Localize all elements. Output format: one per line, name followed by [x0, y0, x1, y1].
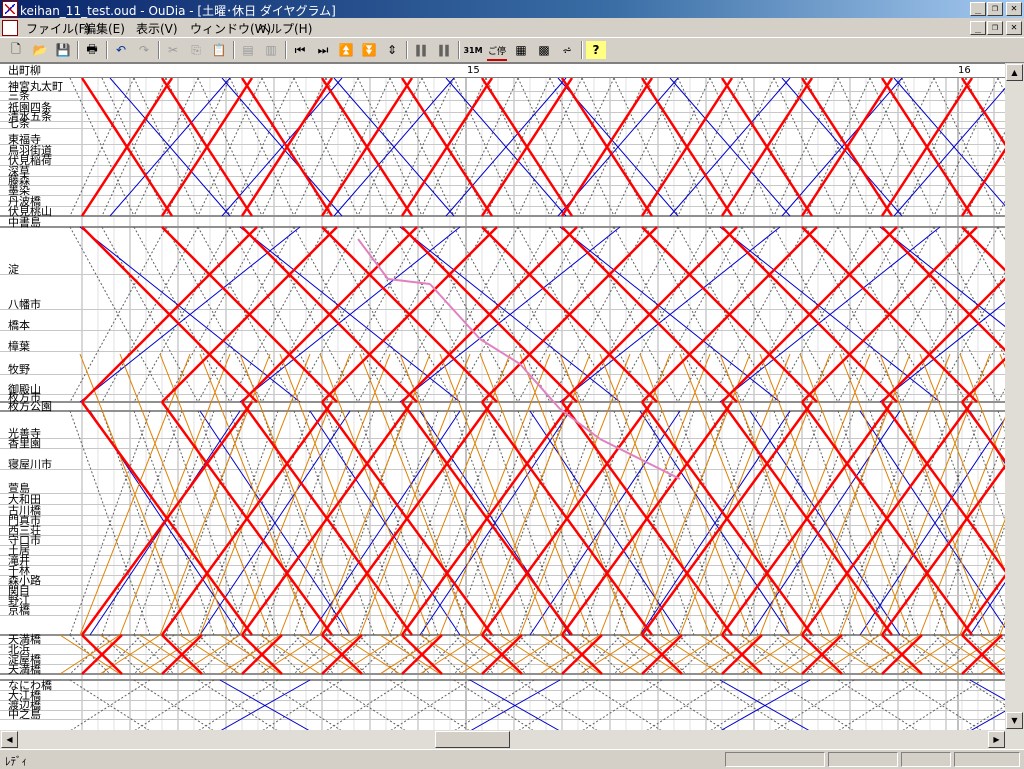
horizontal-scrollbar[interactable]: ◀ ▶ — [0, 730, 1024, 749]
grid2-icon[interactable]: ∥∥ — [434, 41, 454, 59]
status-panel — [901, 752, 951, 767]
status-text: ﾚﾃﾞｨ — [5, 755, 27, 768]
save-icon[interactable]: 💾 — [53, 41, 73, 59]
scroll-right-button[interactable]: ▶ — [988, 731, 1005, 748]
train-line-dotted — [997, 226, 1005, 241]
diagram-canvas[interactable] — [0, 64, 1005, 731]
toolbar-separator — [285, 41, 287, 59]
toolbar-separator — [158, 41, 160, 59]
status-bar: ﾚﾃﾞｨ — [0, 749, 1024, 769]
train-line-dotted — [965, 226, 1005, 300]
toolbar-separator — [77, 41, 79, 59]
train-line-dotted — [965, 329, 1005, 403]
train-line-local — [969, 679, 1005, 701]
title-bar: keihan_11_test.oud - OuDia - [土曜･休日 ダイヤグ… — [0, 0, 1024, 18]
toolbar: 🗋 📂 💾 🖶 ↶ ↷ ✂ ⎘ 📋 ▤ ▥ ⏮ ⏭ ⏫ ⏬ ⇕ ∥∥ ∥∥ 31… — [0, 37, 1024, 63]
train-line-local — [879, 226, 1005, 328]
menu-bar: ファイル(F) 編集(E) 表示(V) ウィンドウ(W) ヘルプ(H) _ ❐ … — [0, 18, 1024, 37]
train-line-local — [969, 710, 1005, 731]
train-line-special — [387, 278, 431, 285]
delete-train-icon[interactable]: ▥ — [261, 41, 281, 59]
station-label: 香里園 — [8, 437, 41, 450]
station-header-label: 出町柳 — [8, 64, 41, 77]
status-panel — [828, 752, 898, 767]
redo-icon[interactable]: ↷ — [134, 41, 154, 59]
station-label: 枚方公園 — [8, 400, 52, 413]
top-icon[interactable]: ⏫ — [336, 41, 356, 59]
copy-icon[interactable]: ⎘ — [186, 41, 206, 59]
horizontal-scroll-thumb[interactable] — [435, 731, 510, 748]
station-label: 牧野 — [8, 363, 30, 376]
open-icon[interactable]: 📂 — [30, 41, 50, 59]
station-label: 中書島 — [8, 216, 41, 229]
menu-edit[interactable]: 編集(E) — [84, 20, 125, 37]
scroll-up-button[interactable]: ▲ — [1006, 64, 1023, 81]
toolbar-separator — [406, 41, 408, 59]
toolbar-separator — [458, 41, 460, 59]
train-line-dotted — [965, 679, 1005, 706]
time-label-15: 15 — [467, 65, 480, 76]
station-label: 八幡市 — [8, 298, 41, 311]
station-label: 淀 — [8, 263, 19, 276]
diagram3-icon[interactable]: ⩫ — [557, 41, 577, 59]
window-title: keihan_11_test.oud - OuDia - [土曜･休日 ダイヤグ… — [20, 4, 336, 18]
toolbar-separator — [106, 41, 108, 59]
menu-view[interactable]: 表示(V) — [136, 20, 178, 37]
toolbar-separator — [233, 41, 235, 59]
station-label: 寝屋川市 — [8, 458, 52, 471]
child-restore-button[interactable]: ❐ — [987, 21, 1003, 35]
scroll-left-button[interactable]: ◀ — [1, 731, 18, 748]
toolbar-separator — [581, 41, 583, 59]
scroll-down-button[interactable]: ▼ — [1006, 712, 1023, 729]
station-label: 天満橋 — [8, 663, 41, 676]
time-label-16: 16 — [958, 65, 971, 76]
train-line-local — [879, 301, 1005, 403]
app-icon[interactable] — [2, 1, 18, 17]
print-icon[interactable]: 🖶 — [82, 41, 102, 59]
child-close-button[interactable]: ✕ — [1006, 21, 1022, 35]
train-line-dotted — [997, 388, 1005, 403]
station-label: 樟葉 — [8, 340, 30, 353]
undo-icon[interactable]: ↶ — [111, 41, 131, 59]
station-label: 橋本 — [8, 319, 30, 332]
first-icon[interactable]: ⏮ — [290, 41, 310, 59]
last-icon[interactable]: ⏭ — [313, 41, 333, 59]
diagram-icon[interactable]: ▦ — [511, 41, 531, 59]
vertical-scrollbar[interactable]: ▲ ▼ — [1005, 63, 1024, 730]
stop-icon[interactable]: ご停 — [487, 41, 507, 61]
restore-button[interactable]: ❐ — [987, 2, 1003, 16]
train-line-dotted — [965, 705, 1005, 731]
menu-file[interactable]: ファイル(F) — [26, 20, 90, 37]
close-button[interactable]: ✕ — [1006, 2, 1022, 16]
document-icon[interactable] — [2, 20, 18, 36]
child-minimize-button[interactable]: _ — [970, 21, 986, 35]
diagram-pane[interactable]: 出町柳 15 16 神宮丸太町 三条 祇園四条 清水五条 七条 東福寺 鳥羽街道 伏見稲荷 深草… — [0, 63, 1005, 731]
station-label: 京橋 — [8, 604, 30, 617]
new-icon[interactable]: 🗋 — [6, 41, 26, 59]
station-label: 中之島 — [8, 708, 41, 721]
cut-icon[interactable]: ✂ — [163, 41, 183, 59]
fit-icon[interactable]: ⇕ — [382, 41, 402, 59]
help-icon[interactable]: ? — [586, 41, 606, 59]
minimize-button[interactable]: _ — [970, 2, 986, 16]
diagram2-icon[interactable]: ▩ — [534, 41, 554, 59]
diagram-header: 出町柳 15 16 — [0, 64, 1005, 78]
status-panel — [725, 752, 825, 767]
menu-help[interactable]: ヘルプ(H) — [258, 20, 312, 37]
paste-icon[interactable]: 📋 — [209, 41, 229, 59]
min-icon[interactable]: 31M — [463, 41, 483, 59]
bottom-icon[interactable]: ⏬ — [359, 41, 379, 59]
station-label: 七条 — [8, 117, 30, 130]
grid-icon[interactable]: ∥∥ — [411, 41, 431, 59]
insert-train-icon[interactable]: ▤ — [238, 41, 258, 59]
station-label: 三条 — [8, 89, 30, 102]
status-panel — [954, 752, 1020, 767]
